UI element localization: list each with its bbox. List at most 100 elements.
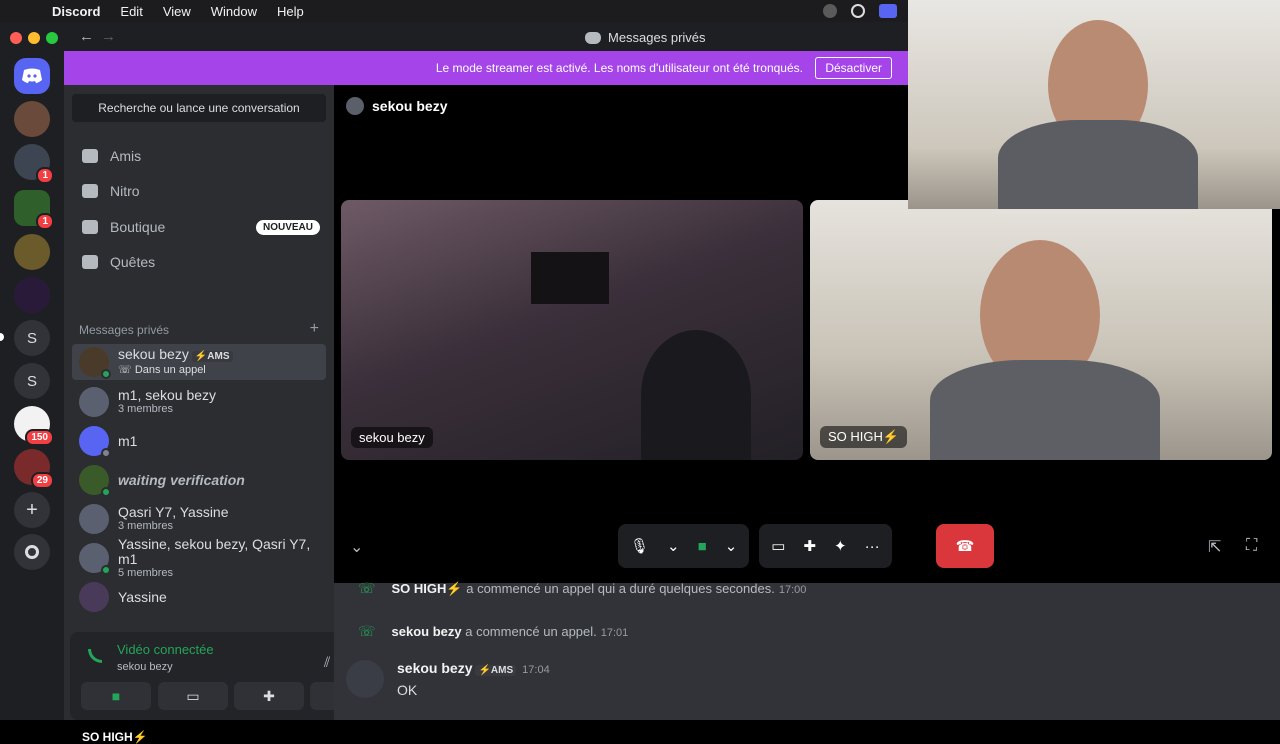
call-controls: 🎙 ⌄ ■ ⌄ ▭ ✚ ✦ ··· — [618, 524, 892, 568]
mic-options-chevron-icon[interactable]: ⌄ — [667, 537, 680, 555]
discord-icon — [585, 31, 601, 44]
menu-window[interactable]: Window — [211, 4, 257, 19]
fullscreen-icon[interactable]: ⛶ — [1246, 537, 1257, 555]
signal-icon — [88, 649, 102, 663]
server-1[interactable] — [14, 101, 50, 137]
server-2-badge: 1 — [36, 167, 54, 184]
close-window-button[interactable] — [10, 32, 22, 44]
dm-name: m1, sekou bezy — [118, 387, 217, 403]
dm-item[interactable]: Qasri Y7, Yassine 3 membres — [72, 501, 326, 537]
user-panel-name[interactable]: SO HIGH⚡ — [82, 730, 148, 744]
shop-icon — [82, 220, 98, 234]
server-4-avatar — [14, 234, 50, 270]
window-title-text: Messages privés — [608, 30, 706, 45]
system-author[interactable]: sekou bezy — [392, 624, 462, 639]
video-button[interactable]: ■ — [81, 682, 151, 710]
message-author[interactable]: sekou bezy — [397, 660, 472, 676]
mic-cam-group: 🎙 ⌄ ■ ⌄ — [618, 524, 750, 568]
nav-friends[interactable]: Amis — [72, 139, 326, 173]
activities-button[interactable]: ✚ — [234, 682, 304, 710]
server-8[interactable]: 150 — [14, 406, 54, 446]
dm-name: m1 — [118, 432, 138, 449]
chat-area: ☏ SO HIGH⚡ a commencé un appel qui a dur… — [334, 580, 1280, 720]
server-3[interactable]: 1 — [14, 190, 54, 230]
menu-edit[interactable]: Edit — [120, 4, 142, 19]
video-tile[interactable]: sekou bezy — [341, 200, 803, 460]
create-dm-icon[interactable]: + — [310, 320, 319, 338]
hang-up-button[interactable]: ☎ — [936, 524, 994, 568]
dm-item[interactable]: m1 — [72, 423, 326, 459]
server-2[interactable]: 1 — [14, 144, 54, 184]
dm-item[interactable]: m1, sekou bezy 3 membres — [72, 384, 326, 420]
video-tile[interactable]: SO HIGH⚡ — [810, 200, 1272, 460]
nitro-icon — [82, 184, 98, 198]
server-s2[interactable]: S — [14, 363, 50, 399]
dm-name: Yassine, sekou bezy, Qasri Y7, m1 — [118, 535, 311, 567]
popout-icon[interactable]: ⇱ — [1208, 537, 1221, 557]
camera-options-chevron-icon[interactable]: ⌄ — [725, 537, 738, 555]
window-title: Messages privés — [585, 30, 706, 45]
dm-name: Qasri Y7, Yassine — [118, 504, 229, 520]
dm-name: sekou bezy — [118, 346, 189, 362]
server-9[interactable]: 29 — [14, 449, 54, 489]
avatar — [79, 426, 111, 458]
dm-item[interactable]: Yassine, sekou bezy, Qasri Y7, m1 5 membr… — [72, 535, 326, 579]
new-badge: NOUVEAU — [255, 219, 320, 235]
status-box-icon[interactable] — [879, 4, 897, 18]
soundboard-icon[interactable]: ✦ — [834, 537, 847, 555]
discord-logo-icon — [22, 68, 42, 83]
server-s1[interactable]: S — [14, 320, 50, 356]
menu-view[interactable]: View — [163, 4, 191, 19]
avatar[interactable] — [346, 660, 384, 698]
camera-icon[interactable]: ■ — [698, 538, 707, 555]
back-arrow-icon[interactable]: ← — [79, 28, 94, 45]
avatar — [79, 582, 109, 612]
server-3-badge: 1 — [36, 213, 54, 230]
quests-icon — [82, 255, 98, 269]
hang-up-icon: ☎ — [955, 538, 975, 555]
search-conversation-button[interactable]: Recherche ou lance une conversation — [72, 94, 326, 122]
server-1-avatar — [14, 101, 50, 137]
person-image — [641, 330, 751, 460]
nav-quests[interactable]: Quêtes — [72, 245, 326, 279]
menu-help[interactable]: Help — [277, 4, 304, 19]
system-author[interactable]: SO HIGH⚡ — [392, 581, 463, 596]
server-4[interactable] — [14, 234, 50, 270]
call-header: sekou bezy — [346, 97, 447, 115]
dm-item[interactable]: Yassine — [72, 579, 326, 615]
forward-arrow-icon[interactable]: → — [101, 28, 116, 45]
more-options-icon[interactable]: ··· — [865, 538, 880, 555]
avatar — [79, 465, 111, 497]
noise-suppression-icon[interactable]: ⫽ — [324, 654, 330, 671]
status-dot-icon[interactable] — [823, 4, 837, 18]
nav-shop[interactable]: Boutique NOUVEAU — [72, 210, 326, 244]
chat-message: sekou bezy ⚡AMS 17:04 OK — [346, 660, 550, 698]
share-screen-button[interactable]: ▭ — [158, 682, 228, 710]
nav-nitro[interactable]: Nitro — [72, 174, 326, 208]
chevron-down-icon[interactable]: ⌄ — [350, 537, 363, 557]
microphone-icon[interactable]: 🎙 — [630, 537, 649, 555]
dm-header-label: Messages privés — [79, 323, 170, 337]
dm-sub: 5 membres — [118, 566, 174, 579]
dm-item[interactable]: waiting verification — [72, 462, 326, 498]
discover-button[interactable] — [14, 534, 50, 570]
dm-name: Yassine — [118, 588, 167, 605]
disable-streamer-button[interactable]: Désactiver — [815, 57, 892, 79]
add-server-button[interactable]: + — [14, 492, 50, 528]
system-message: ☏ sekou bezy a commencé un appel. 17:01 — [358, 623, 628, 640]
timestamp: 17:00 — [778, 583, 807, 596]
zoom-window-button[interactable] — [46, 32, 58, 44]
home-button[interactable] — [14, 58, 50, 94]
hoodie-image — [930, 360, 1160, 460]
menu-app[interactable]: Discord — [52, 4, 100, 19]
system-text: a commencé un appel qui a duré quelques … — [466, 580, 775, 596]
server-5[interactable] — [14, 277, 50, 313]
screen-share-icon[interactable]: ▭ — [771, 537, 785, 555]
activities-icon[interactable]: ✚ — [803, 537, 816, 555]
camera-icon: ■ — [111, 688, 121, 704]
phone-icon: ☏ — [118, 364, 135, 376]
status-ring-icon[interactable] — [851, 4, 865, 18]
dm-item[interactable]: sekou bezy ⚡AMS ☏ Dans un appel — [72, 344, 326, 380]
voice-channel[interactable]: sekou bezy — [117, 661, 173, 673]
minimize-window-button[interactable] — [28, 32, 40, 44]
